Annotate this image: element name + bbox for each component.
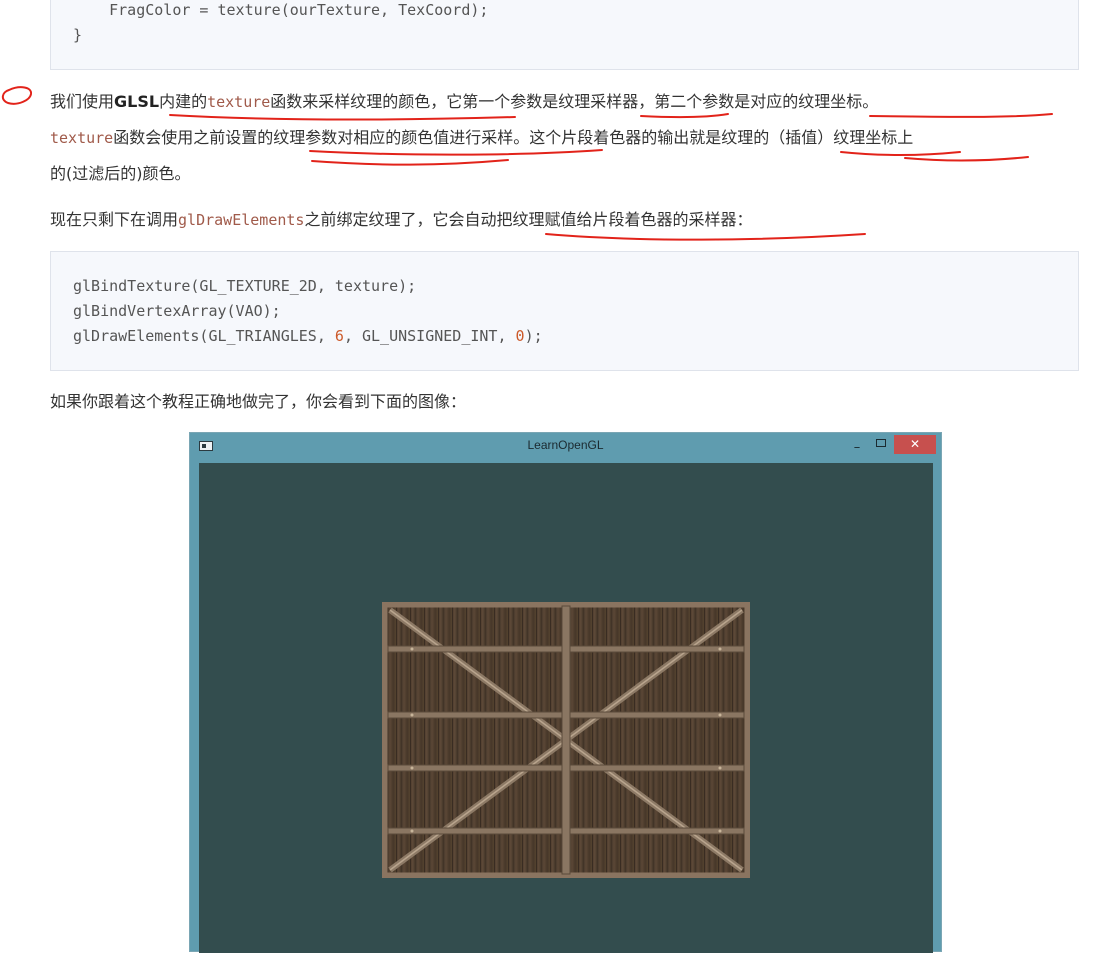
learnopengl-window-screenshot: LearnOpenGL – ✕ <box>189 432 942 953</box>
annotation-underline <box>311 159 509 166</box>
code-line: glDrawElements(GL_TRIANGLES, 6, GL_UNSIG… <box>73 327 543 345</box>
paragraph-bind-texture: 现在只剩下在调用glDrawElements之前绑定纹理了，它会自动把纹理赋值给… <box>50 210 753 229</box>
annotation-underline <box>869 113 1053 118</box>
code-line: glBindVertexArray(VAO); <box>73 302 281 320</box>
annotation-underline <box>904 156 1029 162</box>
code-line: FragColor = texture(ourTexture, TexCoord… <box>73 1 489 19</box>
annotation-circle-mark <box>1 86 32 105</box>
paragraph-texture-function: 我们使用GLSL内建的texture函数来采样纹理的颜色，它第一个参数是纹理采样… <box>50 92 879 111</box>
annotation-underline <box>169 114 516 121</box>
code-line: } <box>73 26 83 44</box>
wooden-crate-texture <box>382 602 750 878</box>
code-block-bottom: glBindTexture(GL_TEXTURE_2D, texture); g… <box>50 251 1079 371</box>
paragraph-texture-line3: 的(过滤后的)颜色。 <box>50 164 191 183</box>
annotation-underline <box>545 233 866 241</box>
minimize-icon: – <box>853 440 861 455</box>
window-title: LearnOpenGL <box>527 438 604 452</box>
inline-code-texture: texture <box>207 93 271 111</box>
annotation-underline <box>309 149 603 156</box>
annotation-underline <box>640 113 729 119</box>
inline-code-gldrawelements: glDrawElements <box>178 211 305 229</box>
code-block-top: FragColor = texture(ourTexture, TexCoord… <box>50 0 1079 70</box>
opengl-viewport <box>199 463 933 953</box>
annotation-underline <box>840 151 961 156</box>
paragraph-result-image: 如果你跟着这个教程正确地做完了，你会看到下面的图像： <box>50 392 467 411</box>
paragraph-texture-line2: texture函数会使用之前设置的纹理参数对相应的颜色值进行采样。这个片段着色器… <box>50 128 914 147</box>
code-line: glBindTexture(GL_TEXTURE_2D, texture); <box>73 277 417 295</box>
inline-code-texture: texture <box>50 129 114 147</box>
close-icon: ✕ <box>894 435 936 454</box>
maximize-icon <box>876 439 886 447</box>
